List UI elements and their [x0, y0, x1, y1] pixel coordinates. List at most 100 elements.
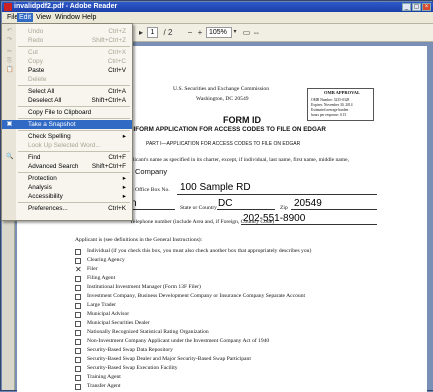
menu-item-label: Analysis: [28, 184, 52, 191]
menu-separator: [18, 46, 130, 47]
menu-item-label: Protection: [28, 175, 57, 182]
page-number-input[interactable]: 1: [147, 27, 158, 38]
menu-item-protection[interactable]: Protection ▸: [2, 174, 132, 183]
applicant-type-label: Transfer Agent: [87, 383, 121, 389]
menu-item-analysis[interactable]: Analysis ▸: [2, 183, 132, 192]
menu-item-look-up-selected-word[interactable]: Look Up Selected Word...: [2, 141, 132, 150]
applicant-type-label: Municipal Advisor: [87, 311, 130, 317]
applicant-type-checkbox[interactable]: [75, 276, 81, 282]
menu-item-select-all[interactable]: Select All Ctrl+A: [2, 87, 132, 96]
applicant-type-checkbox[interactable]: [75, 249, 81, 255]
menu-item-check-spelling[interactable]: Check Spelling ▸: [2, 132, 132, 141]
menu-item-shortcut: Ctrl+C: [107, 58, 126, 65]
menu-edit[interactable]: Edit: [17, 13, 34, 22]
menu-item-delete[interactable]: Delete: [2, 75, 132, 84]
menu-window[interactable]: Window: [53, 13, 82, 22]
applicant-type-checkbox[interactable]: [75, 384, 81, 390]
applicant-type-label: Municipal Securities Dealer: [87, 320, 150, 326]
menu-item-label: Deselect All: [28, 97, 62, 104]
menu-item-copy[interactable]: ⎘ Copy Ctrl+C: [2, 57, 132, 66]
po-box-label: st Office Box No.: [130, 187, 170, 193]
fit-page-icon[interactable]: ▭: [242, 27, 251, 38]
applicant-type-checkbox[interactable]: [75, 285, 81, 291]
applicant-name-label: plicant's name as specified in its chart…: [130, 157, 350, 163]
menu-item-deselect-all[interactable]: Deselect All Shift+Ctrl+A: [2, 96, 132, 105]
minimize-button[interactable]: _: [402, 3, 411, 11]
menu-item-redo[interactable]: ↷ Redo Shift+Ctrl+Z: [2, 36, 132, 45]
submenu-arrow-icon: ▸: [122, 175, 126, 182]
fit-width-icon[interactable]: ⇔: [252, 27, 261, 38]
menu-separator: [18, 130, 130, 131]
title-bar: invalidpdf2.pdf - Adobe Reader _ ▢ ×: [2, 2, 433, 12]
menu-item-take-a-snapshot[interactable]: ▣ Take a Snapshot: [2, 120, 132, 129]
menu-item-label: Advanced Search: [28, 163, 79, 170]
applicant-type-checkbox[interactable]: [75, 339, 81, 345]
applicant-type-checkbox[interactable]: ✕: [75, 266, 82, 274]
menu-item-undo[interactable]: ↶ Undo Ctrl+Z: [2, 27, 132, 36]
state-line: [217, 209, 275, 210]
applicant-type-checkbox[interactable]: [75, 258, 81, 264]
take-a-snapshot-icon: ▣: [6, 121, 13, 127]
address-line: [177, 194, 377, 195]
city-line: [130, 209, 175, 210]
menu-item-label: Take a Snapshot: [28, 121, 76, 128]
zip-value: 20549: [294, 198, 322, 209]
omb-title: OMB APPROVAL: [324, 90, 361, 95]
applicant-type-label: Filer: [87, 266, 98, 272]
omb-line: Estimated average burden: [311, 108, 349, 112]
applicant-type-checkbox[interactable]: [75, 312, 81, 318]
applicant-type-checkbox[interactable]: [75, 357, 81, 363]
zip-label: Zip: [280, 205, 288, 211]
applicant-type-checkbox[interactable]: [75, 294, 81, 300]
applicant-type-checkbox[interactable]: [75, 321, 81, 327]
paste-icon: 📋: [6, 67, 14, 73]
form-subtitle: NIFORM APPLICATION FOR ACCESS CODES TO F…: [129, 126, 326, 133]
menu-item-label: Redo: [28, 37, 44, 44]
menu-item-label: Copy: [28, 58, 43, 65]
menu-help[interactable]: Help: [80, 13, 98, 22]
menu-item-label: Delete: [28, 76, 47, 83]
close-button[interactable]: ×: [422, 3, 431, 11]
applicant-type-checkbox[interactable]: [75, 375, 81, 381]
menu-item-paste[interactable]: 📋 Paste Ctrl+V: [2, 66, 132, 75]
menu-item-cut[interactable]: ✂ Cut Ctrl+X: [2, 48, 132, 57]
applicant-type-label: Large Trader: [87, 302, 116, 308]
applicant-type-checkbox[interactable]: [75, 303, 81, 309]
zip-line: [291, 209, 377, 210]
zoom-out-icon[interactable]: −: [186, 27, 194, 38]
applicant-type-label: Training Agent: [87, 374, 121, 380]
applicant-type-checkbox[interactable]: [75, 348, 81, 354]
form-id-title: FORM ID: [223, 115, 261, 125]
menu-item-label: Undo: [28, 28, 44, 35]
menu-item-accessibility[interactable]: Accessibility ▸: [2, 192, 132, 201]
menu-item-shortcut: Ctrl+V: [108, 67, 126, 74]
submenu-arrow-icon: ▸: [122, 184, 126, 191]
menu-item-advanced-search[interactable]: Advanced Search Shift+Ctrl+F: [2, 162, 132, 171]
menu-separator: [18, 202, 130, 203]
menu-item-label: Select All: [28, 88, 55, 95]
phone-line: [241, 224, 377, 225]
omb-approval-box: OMB APPROVAL OMB Number: 3235-0328 Expir…: [307, 88, 374, 121]
menu-item-preferences[interactable]: Preferences... Ctrl+K: [2, 204, 132, 213]
menu-separator: [18, 151, 130, 152]
cut-icon: ✂: [6, 49, 13, 55]
address-value: 100 Sample RD: [180, 182, 251, 193]
applicant-type-checkbox[interactable]: [75, 330, 81, 336]
next-page-icon[interactable]: ▸: [137, 27, 145, 38]
menu-item-find[interactable]: 🔍 Find Ctrl+F: [2, 153, 132, 162]
app-window: invalidpdf2.pdf - Adobe Reader _ ▢ × Fil…: [0, 0, 433, 392]
zoom-select[interactable]: 105%: [206, 27, 232, 38]
menu-item-shortcut: Ctrl+Z: [108, 28, 126, 35]
agency-name: U.S. Securities and Exchange Commission: [173, 86, 270, 92]
menu-item-shortcut: Shift+Ctrl+A: [91, 97, 126, 104]
menu-item-copy-file-to-clipboard[interactable]: Copy File to Clipboard: [2, 108, 132, 117]
zoom-in-icon[interactable]: +: [196, 27, 204, 38]
maximize-button[interactable]: ▢: [412, 3, 421, 11]
menu-item-shortcut: Ctrl+F: [108, 154, 126, 161]
applicant-type-label: Clearing Agency: [87, 257, 125, 263]
menu-view[interactable]: View: [34, 13, 53, 22]
applicant-type-checkbox[interactable]: [75, 366, 81, 372]
zoom-dropdown-icon[interactable]: ▾: [232, 27, 238, 38]
omb-line: hours per response: 0.15: [311, 113, 347, 117]
menu-item-shortcut: Ctrl+X: [108, 49, 126, 56]
